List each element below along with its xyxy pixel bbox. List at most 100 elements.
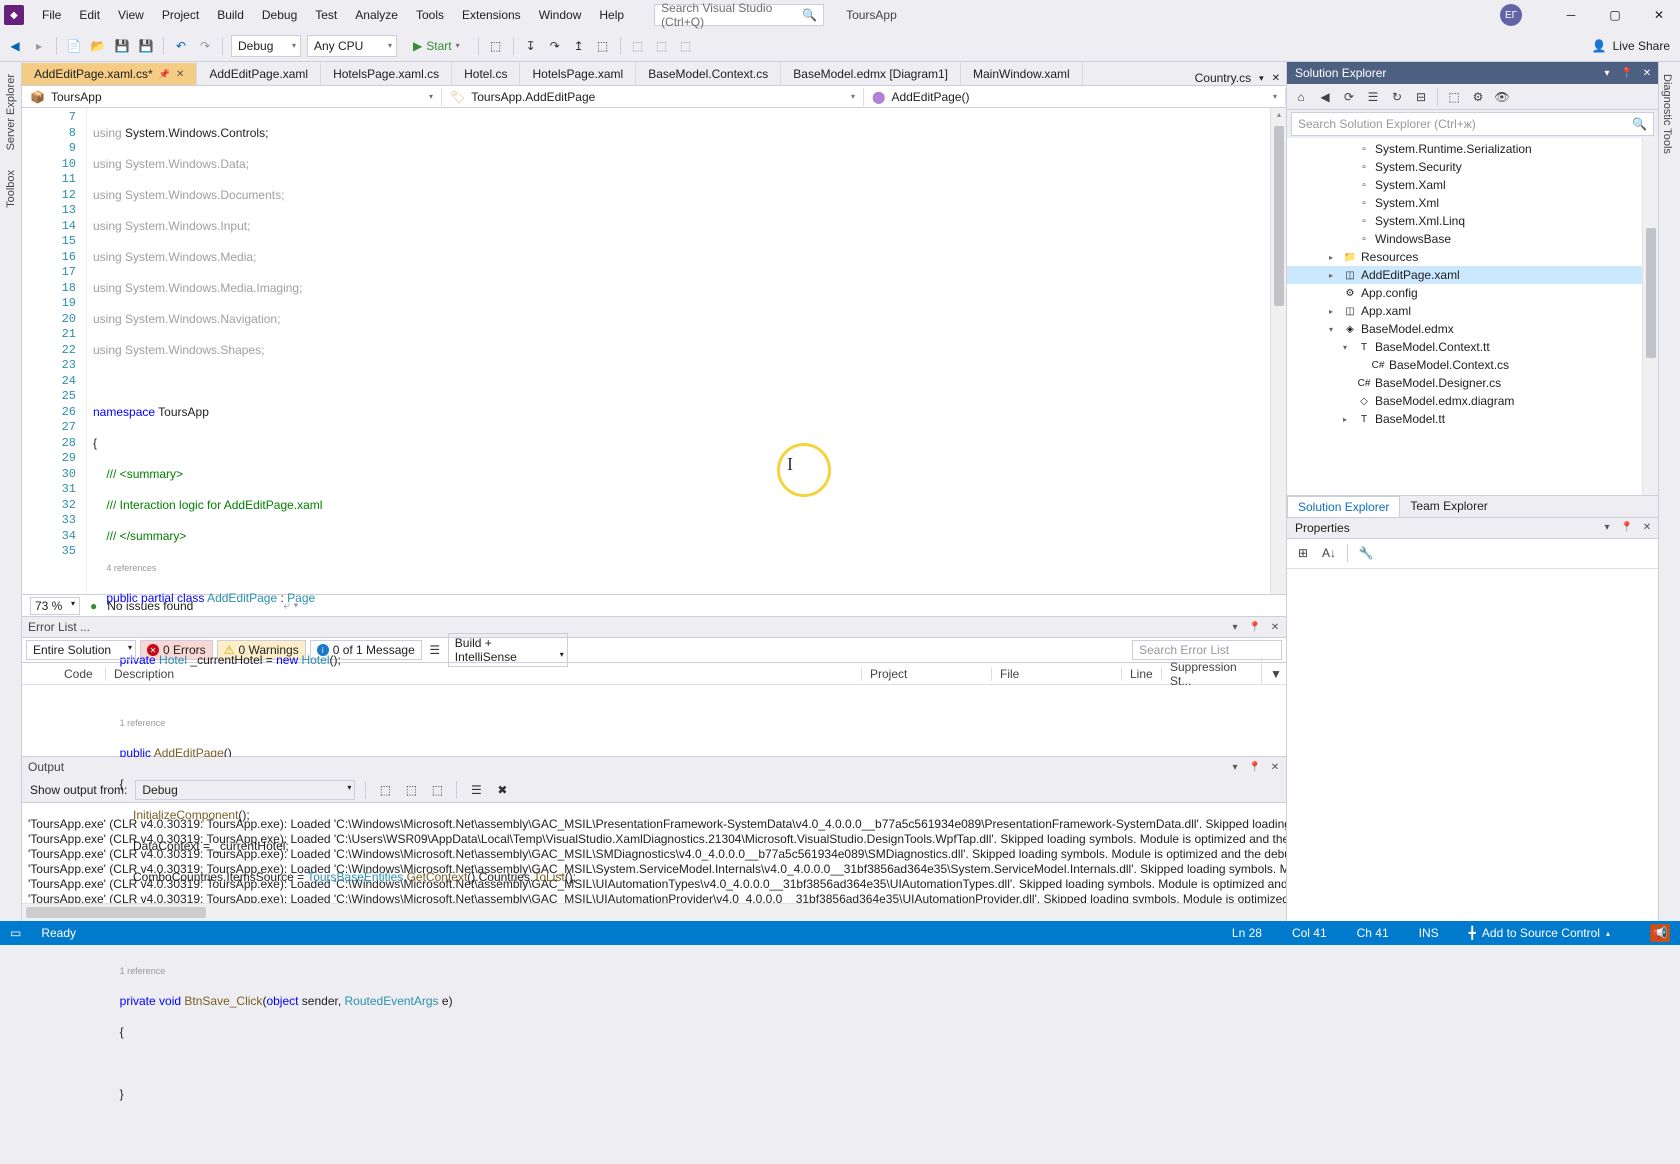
user-avatar[interactable]: ЕГ: [1500, 4, 1522, 26]
se-properties-button[interactable]: ⚙: [1468, 87, 1488, 107]
tree-scrollbar[interactable]: [1642, 138, 1658, 495]
tab-hotel-cs[interactable]: Hotel.cs: [452, 63, 520, 85]
solution-tree[interactable]: ▫System.Runtime.Serialization▫System.Sec…: [1287, 138, 1658, 495]
platform-combo[interactable]: Any CPU: [307, 35, 397, 57]
output-h-scrollbar[interactable]: [22, 903, 1286, 921]
output-pin-icon[interactable]: 📍: [1248, 760, 1262, 774]
tree-item[interactable]: ▸◫App.xaml: [1287, 302, 1658, 320]
se-preview-button[interactable]: 👁: [1492, 87, 1512, 107]
tab-server-explorer[interactable]: Server Explorer: [3, 70, 19, 154]
menu-project[interactable]: Project: [154, 4, 207, 26]
tab-hotelspage-xaml[interactable]: HotelsPage.xaml: [520, 63, 636, 85]
tab-solution-explorer[interactable]: Solution Explorer: [1287, 496, 1400, 517]
tb-btn-5[interactable]: ⬚: [594, 37, 612, 55]
solution-explorer-search[interactable]: Search Solution Explorer (Ctrl+ж) 🔍: [1291, 112, 1654, 136]
tree-item[interactable]: ⚙App.config: [1287, 284, 1658, 302]
menu-tools[interactable]: Tools: [408, 4, 452, 26]
tb-btn-8[interactable]: ⬚: [677, 37, 695, 55]
start-debug-button[interactable]: ▶ Start ▾: [403, 37, 470, 55]
editor-scrollbar[interactable]: ▴: [1270, 108, 1286, 594]
tab-team-explorer[interactable]: Team Explorer: [1400, 496, 1497, 517]
tb-btn-7[interactable]: ⬚: [653, 37, 671, 55]
tree-item[interactable]: ▾TBaseModel.Context.tt: [1287, 338, 1658, 356]
build-intellisense-combo[interactable]: Build + IntelliSense: [448, 633, 568, 667]
tree-item[interactable]: C#BaseModel.Context.cs: [1287, 356, 1658, 374]
se-btn-4[interactable]: ☰: [1363, 87, 1383, 107]
new-project-button[interactable]: 📄: [65, 37, 83, 55]
back-button[interactable]: ◀: [6, 37, 24, 55]
redo-button[interactable]: ↷: [196, 37, 214, 55]
se-back-button[interactable]: ◀: [1315, 87, 1335, 107]
tab-mainwindow[interactable]: MainWindow.xaml: [961, 63, 1083, 85]
tb-btn-1[interactable]: ⬚: [487, 37, 505, 55]
nav-project-combo[interactable]: 📦 ToursApp: [22, 88, 442, 106]
panel-pin-icon[interactable]: 📍: [1248, 620, 1262, 634]
tab-dropdown-icon[interactable]: ▾: [1259, 73, 1264, 84]
close-doc-icon[interactable]: ✕: [1272, 73, 1280, 84]
se-sync-button[interactable]: ⟳: [1339, 87, 1359, 107]
close-button[interactable]: ✕: [1644, 4, 1674, 26]
live-share-button[interactable]: 👤 Live Share: [1592, 39, 1670, 53]
props-dropdown-icon[interactable]: ▾: [1600, 521, 1614, 535]
tab-toolbox[interactable]: Toolbox: [3, 166, 19, 212]
tab-hotelspage-cs[interactable]: HotelsPage.xaml.cs: [321, 63, 452, 85]
menu-debug[interactable]: Debug: [254, 4, 305, 26]
tb-btn-6[interactable]: ⬚: [629, 37, 647, 55]
output-close-icon[interactable]: ✕: [1268, 760, 1282, 774]
config-combo[interactable]: Debug: [231, 35, 301, 57]
menu-file[interactable]: File: [34, 4, 69, 26]
step-out-button[interactable]: ↥: [570, 37, 588, 55]
tree-item[interactable]: ▫System.Runtime.Serialization: [1287, 140, 1658, 158]
tree-item[interactable]: ▫System.Xml.Linq: [1287, 212, 1658, 230]
menu-build[interactable]: Build: [209, 4, 252, 26]
tab-basemodel-context[interactable]: BaseModel.Context.cs: [636, 63, 781, 85]
quick-launch-search[interactable]: Search Visual Studio (Ctrl+Q) 🔍: [654, 4, 824, 26]
se-collapse-button[interactable]: ⊟: [1411, 87, 1431, 107]
menu-extensions[interactable]: Extensions: [454, 4, 529, 26]
menu-view[interactable]: View: [110, 4, 152, 26]
se-home-button[interactable]: ⌂: [1291, 87, 1311, 107]
close-tab-icon[interactable]: ✕: [176, 69, 184, 80]
props-close-icon[interactable]: ✕: [1640, 521, 1654, 535]
properties-body[interactable]: [1287, 569, 1658, 922]
panel-close-icon[interactable]: ✕: [1268, 620, 1282, 634]
zoom-combo[interactable]: 73 %: [30, 597, 80, 615]
nav-class-combo[interactable]: 🏷 ToursApp.AddEditPage: [442, 88, 864, 106]
tab-addeditpage-xaml[interactable]: AddEditPage.xaml: [197, 63, 321, 85]
tree-item[interactable]: ▫System.Xaml: [1287, 176, 1658, 194]
tree-item[interactable]: ◇BaseModel.edmx.diagram: [1287, 392, 1658, 410]
props-pin-icon[interactable]: 📍: [1620, 521, 1634, 535]
code-editor[interactable]: 78910 11121314 15161718 19202122 2324252…: [22, 108, 1286, 594]
step-over-button[interactable]: ↷: [546, 37, 564, 55]
code-content[interactable]: using System.Windows.Controls; using Sys…: [87, 108, 1270, 594]
se-showall-button[interactable]: ⬚: [1444, 87, 1464, 107]
menu-edit[interactable]: Edit: [71, 4, 108, 26]
save-all-button[interactable]: 💾: [137, 37, 155, 55]
tab-diagnostic-tools[interactable]: Diagnostic Tools: [1659, 70, 1675, 158]
props-wrench-button[interactable]: 🔧: [1356, 543, 1376, 563]
tree-item[interactable]: ▾◈BaseModel.edmx: [1287, 320, 1658, 338]
props-alpha-button[interactable]: A↓: [1319, 543, 1339, 563]
menu-test[interactable]: Test: [307, 4, 345, 26]
tab-addeditpage-cs[interactable]: AddEditPage.xaml.cs* 📌 ✕: [22, 63, 197, 85]
tree-item[interactable]: ▸◫AddEditPage.xaml: [1287, 266, 1658, 284]
tree-item[interactable]: C#BaseModel.Designer.cs: [1287, 374, 1658, 392]
pin-icon[interactable]: 📌: [159, 69, 170, 80]
menu-window[interactable]: Window: [531, 4, 590, 26]
se-refresh-button[interactable]: ↻: [1387, 87, 1407, 107]
props-categorize-button[interactable]: ⊞: [1293, 543, 1313, 563]
se-close-icon[interactable]: ✕: [1640, 66, 1654, 80]
menu-help[interactable]: Help: [591, 4, 632, 26]
notifications-button[interactable]: 📢: [1650, 924, 1670, 942]
save-button[interactable]: 💾: [113, 37, 131, 55]
tree-item[interactable]: ▫System.Xml: [1287, 194, 1658, 212]
step-into-button[interactable]: ↧: [522, 37, 540, 55]
error-scope-combo[interactable]: Entire Solution: [26, 640, 136, 660]
panel-dropdown-icon[interactable]: ▾: [1228, 620, 1242, 634]
undo-button[interactable]: ↶: [172, 37, 190, 55]
tree-item[interactable]: ▫WindowsBase: [1287, 230, 1658, 248]
output-source-combo[interactable]: Debug: [135, 780, 355, 800]
minimize-button[interactable]: ─: [1556, 4, 1586, 26]
tree-item[interactable]: ▸TBaseModel.tt: [1287, 410, 1658, 428]
tree-item[interactable]: ▫System.Security: [1287, 158, 1658, 176]
